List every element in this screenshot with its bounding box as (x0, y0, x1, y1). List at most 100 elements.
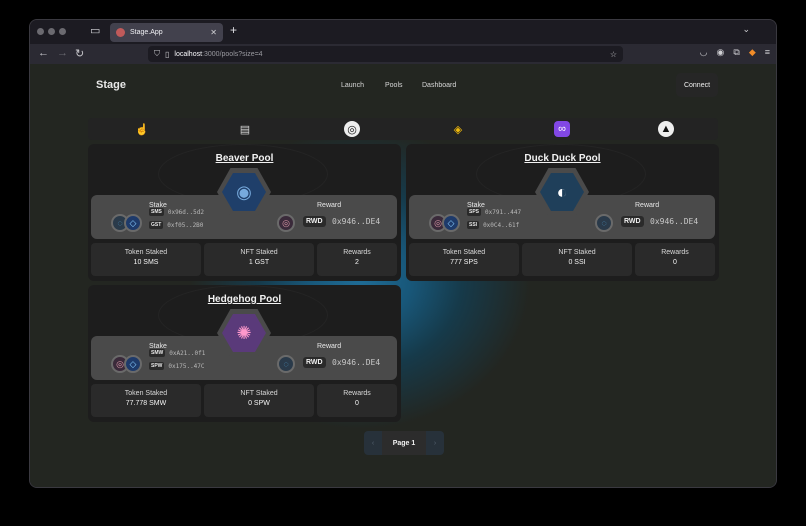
reward-address[interactable]: 0x946..DE4 (332, 217, 380, 226)
forward-button[interactable]: → (57, 47, 68, 59)
page-content: Stage Launch Pools Dashboard Connect ☝ ▤… (30, 64, 776, 487)
token-staked-stat: Token Staked 77.778 SMW (91, 384, 201, 417)
token-symbol: SPS (467, 208, 482, 216)
token-address[interactable]: 0x0C4..61f (483, 222, 519, 229)
token-symbol: SSI (467, 221, 480, 229)
token-address[interactable]: 0xf05..2B0 (167, 222, 203, 229)
pool-card[interactable]: Duck Duck Pool ◐ Stake Reward ◎ ◇ SPS 0x… (406, 144, 719, 281)
bookmark-star-icon[interactable]: ☆ (610, 50, 617, 59)
browser-tab[interactable]: Stage.App ✕ (110, 23, 223, 42)
stat-label: NFT Staked (558, 249, 596, 256)
nft-staked-stat: NFT Staked 0 SSI (522, 243, 632, 276)
stat-label: Rewards (343, 390, 371, 397)
metamask-fox-icon[interactable]: ◆ (749, 47, 756, 58)
token-address[interactable]: 0x96d..5d2 (168, 209, 204, 216)
stat-label: NFT Staked (240, 390, 278, 397)
reload-button[interactable]: ↻ (75, 47, 84, 60)
reward-coin-icon: ◌ (595, 214, 613, 232)
triangle-icon[interactable]: ▲ (658, 121, 674, 137)
stake-token-pair: ◎ ◇ (429, 214, 463, 234)
pocket-icon[interactable]: ◡ (700, 47, 708, 58)
stat-label: NFT Staked (240, 249, 278, 256)
current-page[interactable]: Page 1 (382, 431, 426, 455)
token-address[interactable]: 0xA21..0f1 (169, 350, 205, 357)
rewards-stat: Rewards 0 (317, 384, 397, 417)
brand-logo[interactable]: Stage (96, 79, 126, 91)
account-icon[interactable]: ◉ (717, 47, 725, 58)
reward-label: Reward (317, 343, 342, 350)
reward-coin-icon: ◎ (277, 214, 295, 232)
reward-label: Reward (317, 202, 342, 209)
token-symbol: GST (149, 221, 164, 229)
pagination: ‹ Page 1 › (364, 431, 444, 455)
next-page-button[interactable]: › (426, 440, 444, 447)
pool-name[interactable]: Hedgehog Pool (88, 294, 401, 305)
extensions-icon[interactable]: ⧉ (733, 47, 739, 58)
address-bar[interactable]: ⛉ ▯ localhost:3000/pools?size=4 ☆ (148, 46, 623, 62)
toolbar-icons: ◡ ◉ ⧉ ◆ ≡ (700, 47, 770, 58)
new-tab-button[interactable]: + (230, 23, 237, 37)
tab-overview-icon[interactable]: ▭ (90, 24, 100, 37)
prev-page-button[interactable]: ‹ (364, 440, 382, 447)
chevron-down-icon[interactable]: ⌄ (742, 24, 750, 35)
pool-name[interactable]: Duck Duck Pool (406, 153, 719, 164)
nav-dashboard[interactable]: Dashboard (422, 82, 456, 89)
reward-symbol: RWD (303, 216, 326, 227)
reward-label: Reward (635, 202, 660, 209)
cube-icon[interactable]: ◈ (450, 121, 466, 137)
url-path: :3000/pools?size=4 (202, 50, 263, 58)
pool-name[interactable]: Beaver Pool (88, 153, 401, 164)
reward-address[interactable]: 0x946..DE4 (650, 217, 698, 226)
stat-value: 0 (355, 400, 359, 407)
nav-launch[interactable]: Launch (341, 82, 364, 89)
token-coin-icon: ◇ (442, 214, 460, 232)
hand-icon[interactable]: ☝ (134, 121, 150, 137)
favicon-icon (116, 28, 125, 37)
stat-label: Rewards (343, 249, 371, 256)
stat-value: 777 SPS (450, 259, 478, 266)
menu-icon[interactable]: ≡ (765, 47, 770, 58)
page-icon[interactable]: ▯ (165, 50, 169, 59)
stat-label: Rewards (661, 249, 689, 256)
navigation-bar: ← → ↻ ⛉ ▯ localhost:3000/pools?size=4 ☆ … (30, 44, 776, 64)
swirl-icon[interactable]: ◎ (344, 121, 360, 137)
back-button[interactable]: ← (38, 47, 49, 59)
stake-token-row: SSI 0x0C4..61f (467, 221, 519, 229)
beaver-avatar: ◉ (222, 173, 266, 211)
reward-address[interactable]: 0x946..DE4 (332, 358, 380, 367)
stake-token-row: SMW 0xA21..0f1 (149, 349, 205, 357)
minimize-window-button[interactable] (48, 28, 55, 35)
token-address[interactable]: 0x791..447 (485, 209, 521, 216)
tab-bar: ▭ Stage.App ✕ + ⌄ (30, 20, 776, 44)
link-icon[interactable]: ∞ (554, 121, 570, 137)
connect-button[interactable]: Connect (676, 73, 718, 97)
url-text[interactable]: localhost:3000/pools?size=4 (174, 51, 604, 58)
close-tab-icon[interactable]: ✕ (210, 28, 217, 37)
stat-value: 0 SPW (248, 400, 270, 407)
stat-value: 1 GST (248, 259, 270, 266)
stake-token-row: SPS 0x791..447 (467, 208, 521, 216)
nft-staked-stat: NFT Staked 0 SPW (204, 384, 314, 417)
rewards-stat: Rewards 2 (317, 243, 397, 276)
shield-icon[interactable]: ⛉ (154, 49, 160, 59)
token-symbol: SPW (149, 362, 165, 370)
stake-token-row: SPW 0x175..47C (149, 362, 205, 370)
nav-pools[interactable]: Pools (385, 82, 403, 89)
pool-card[interactable]: Hedgehog Pool ✺ Stake Reward ◎ ◇ SMW 0xA… (88, 285, 401, 422)
stat-value: 10 SMS (133, 259, 159, 266)
stat-value: 2 (355, 259, 359, 266)
scroll-icon[interactable]: ▤ (237, 121, 253, 137)
pool-card[interactable]: Beaver Pool ◉ Stake Reward ◌ ◇ SMS 0x96d… (88, 144, 401, 281)
rewards-stat: Rewards 0 (635, 243, 715, 276)
token-address[interactable]: 0x175..47C (168, 363, 204, 370)
duck-avatar: ◐ (540, 173, 584, 211)
zoom-window-button[interactable] (59, 28, 66, 35)
url-host: localhost (174, 50, 203, 58)
reward-coin-icon: ◌ (277, 355, 295, 373)
stat-label: Token Staked (442, 249, 486, 256)
token-symbol: SMW (149, 349, 166, 357)
close-window-button[interactable] (37, 28, 44, 35)
token-staked-stat: Token Staked 777 SPS (409, 243, 519, 276)
token-coin-icon: ◇ (124, 214, 142, 232)
stake-token-row: SMS 0x96d..5d2 (149, 208, 204, 216)
